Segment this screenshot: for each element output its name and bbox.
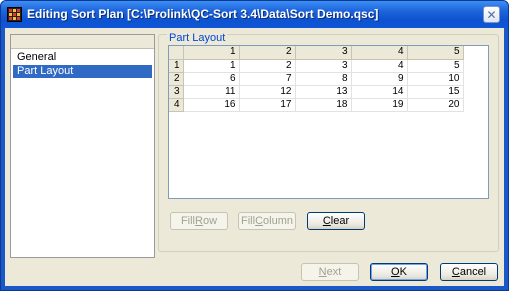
fill-column-label-post: olumn [263,215,293,227]
ok-button[interactable]: OK [370,263,428,281]
cancel-label-post: ancel [459,266,487,278]
row-header[interactable]: 4 [169,98,184,112]
fill-row-label-pre: Fill [180,215,196,227]
ok-label-post: K [399,266,407,278]
fill-row-accelerator: R [195,215,203,227]
next-button[interactable]: Next [301,263,359,281]
grid-cell[interactable]: 15 [407,85,464,99]
grid-cell[interactable]: 4 [351,59,408,73]
row-header[interactable]: 2 [169,72,184,86]
section-list: General Part Layout [10,34,155,258]
grid-cell[interactable]: 1 [183,59,240,73]
sidebar-item-part-layout[interactable]: Part Layout [13,65,152,78]
clear-button[interactable]: Clear [307,212,365,230]
table-row: 2 6 7 8 9 10 [169,72,464,86]
grid-cell[interactable]: 5 [407,59,464,73]
row-header[interactable]: 1 [169,59,184,73]
part-layout-grid[interactable]: 1 2 3 4 5 1 1 2 3 4 5 2 6 7 8 9 10 3 11 … [168,45,489,199]
fill-column-accelerator: C [255,215,264,227]
cancel-accelerator: C [451,266,460,278]
grid-cell[interactable]: 11 [183,85,240,99]
part-layout-table: 1 2 3 4 5 1 1 2 3 4 5 2 6 7 8 9 10 3 11 … [169,46,464,112]
fill-column-button[interactable]: Fill Column [238,212,296,230]
grid-header-row: 1 2 3 4 5 [169,46,464,60]
grid-cell[interactable]: 7 [239,72,296,86]
grid-cell[interactable]: 10 [407,72,464,86]
grid-cell[interactable]: 13 [295,85,352,99]
column-header[interactable]: 3 [295,46,352,60]
section-list-header [11,35,154,49]
fill-column-label-pre: Fill [241,215,256,227]
fill-row-label-post: ow [202,215,218,227]
grid-cell[interactable]: 17 [239,98,296,112]
column-header[interactable]: 1 [183,46,240,60]
fill-row-button[interactable]: Fill Row [170,212,228,230]
table-row: 3 11 12 13 14 15 [169,85,464,99]
grid-cell[interactable]: 8 [295,72,352,86]
title-bar[interactable]: Editing Sort Plan [C:\Prolink\QC-Sort 3.… [1,1,508,28]
close-icon[interactable]: ✕ [483,6,500,23]
column-header[interactable]: 2 [239,46,296,60]
grid-cell[interactable]: 19 [351,98,408,112]
grid-cell[interactable]: 9 [351,72,408,86]
next-label-post: ext [326,266,342,278]
column-header[interactable]: 5 [407,46,464,60]
grid-cell[interactable]: 2 [239,59,296,73]
grid-corner [169,46,184,60]
window-title: Editing Sort Plan [C:\Prolink\QC-Sort 3.… [27,7,379,21]
next-accelerator: N [318,266,327,278]
clear-label-post: lear [330,215,350,227]
clear-accelerator: C [322,215,331,227]
sidebar-item-general[interactable]: General [13,51,152,64]
dialog-window: Editing Sort Plan [C:\Prolink\QC-Sort 3.… [0,0,509,291]
grid-cell[interactable]: 12 [239,85,296,99]
app-icon [7,7,22,22]
cancel-button[interactable]: Cancel [440,263,498,281]
grid-cell[interactable]: 16 [183,98,240,112]
ok-accelerator: O [391,266,400,278]
table-row: 1 1 2 3 4 5 [169,59,464,73]
grid-cell[interactable]: 14 [351,85,408,99]
dialog-body: General Part Layout Part Layout 1 2 3 4 … [5,28,504,286]
column-header[interactable]: 4 [351,46,408,60]
part-layout-group-label: Part Layout [167,32,228,44]
table-row: 4 16 17 18 19 20 [169,98,464,112]
grid-cell[interactable]: 18 [295,98,352,112]
grid-cell[interactable]: 3 [295,59,352,73]
grid-cell[interactable]: 20 [407,98,464,112]
row-header[interactable]: 3 [169,85,184,99]
grid-cell[interactable]: 6 [183,72,240,86]
